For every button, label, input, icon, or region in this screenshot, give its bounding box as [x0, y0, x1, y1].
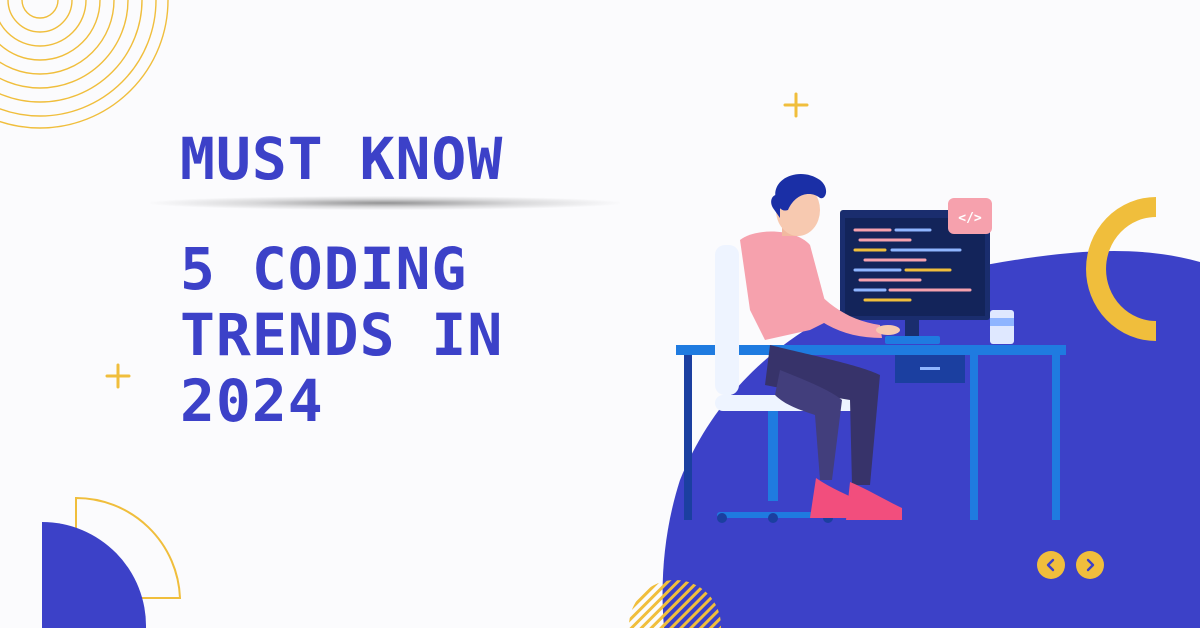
- banner: MUST KNOW 5 CODING TRENDS IN 2024 </>: [0, 0, 1200, 628]
- chevron-left-icon: [1046, 558, 1055, 572]
- code-badge-icon: </>: [958, 211, 982, 226]
- divider-shadow: [150, 196, 620, 210]
- plus-icon: [105, 363, 131, 389]
- heading-must-know: MUST KNOW: [180, 125, 504, 193]
- striped-circle-decoration: [629, 580, 721, 628]
- plus-icon: [783, 92, 809, 118]
- quarter-circle-decoration: [42, 496, 182, 628]
- chevron-right-icon: [1086, 558, 1095, 572]
- yellow-arc-decoration: [1086, 197, 1157, 341]
- heading-line: TRENDS IN: [180, 301, 504, 369]
- prev-button[interactable]: [1037, 551, 1065, 579]
- heading-line: 2024: [180, 367, 324, 435]
- next-button[interactable]: [1076, 551, 1104, 579]
- heading-line: 5 CODING: [180, 235, 468, 303]
- heading-title: 5 CODING TRENDS IN 2024: [180, 236, 503, 434]
- concentric-arcs-decoration: [0, 0, 169, 129]
- developer-illustration: </>: [676, 173, 1066, 523]
